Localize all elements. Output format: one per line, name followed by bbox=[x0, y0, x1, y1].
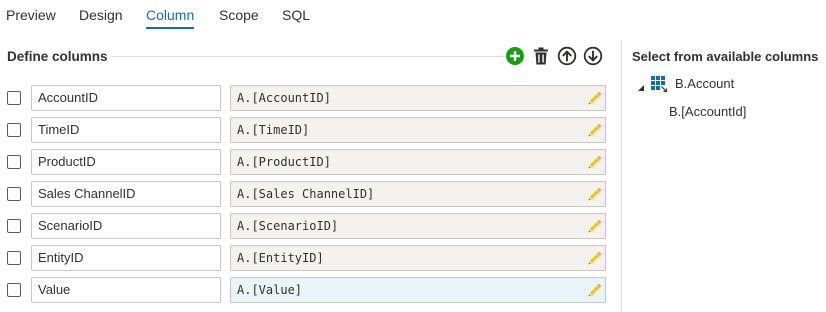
edit-expression-button[interactable] bbox=[586, 217, 604, 235]
pencil-icon bbox=[588, 187, 602, 201]
tab-column[interactable]: Column bbox=[146, 6, 195, 29]
column-row: ProductID A.[ProductID] bbox=[0, 149, 610, 175]
panel-divider bbox=[621, 40, 622, 312]
row-checkbox[interactable] bbox=[7, 187, 21, 201]
tree-node-table[interactable]: B.Account bbox=[675, 76, 734, 92]
header-divider bbox=[112, 56, 510, 57]
column-expression-field[interactable]: A.[Value] bbox=[230, 277, 606, 303]
column-expression-field[interactable]: A.[EntityID] bbox=[230, 245, 606, 271]
tab-preview-label: Preview bbox=[6, 7, 56, 23]
column-expression-field[interactable]: A.[ScenarioID] bbox=[230, 213, 606, 239]
tab-design[interactable]: Design bbox=[79, 6, 123, 24]
add-circle-icon bbox=[506, 47, 524, 65]
arrow-up-circle-icon bbox=[557, 46, 577, 66]
column-row: Sales ChannelID A.[Sales ChannelID] bbox=[0, 181, 610, 207]
row-checkbox[interactable] bbox=[7, 251, 21, 265]
edit-expression-button[interactable] bbox=[586, 89, 604, 107]
pencil-icon bbox=[588, 283, 602, 297]
edit-expression-button[interactable] bbox=[586, 153, 604, 171]
column-row: TimeID A.[TimeID] bbox=[0, 117, 610, 143]
tab-bar: Preview Design Column Scope SQL bbox=[0, 0, 826, 32]
tree-node-column[interactable]: B.[AccountId] bbox=[669, 104, 746, 120]
column-name-field[interactable]: TimeID bbox=[31, 117, 221, 143]
column-expression-field[interactable]: A.[ProductID] bbox=[230, 149, 606, 175]
trash-icon bbox=[534, 47, 548, 65]
pencil-icon bbox=[588, 91, 602, 105]
column-row: AccountID A.[AccountID] bbox=[0, 85, 610, 111]
row-checkbox[interactable] bbox=[7, 283, 21, 297]
pencil-icon bbox=[588, 251, 602, 265]
tab-column-label: Column bbox=[146, 7, 195, 23]
column-name-field[interactable]: ProductID bbox=[31, 149, 221, 175]
delete-column-button[interactable] bbox=[531, 46, 551, 66]
available-columns-title: Select from available columns bbox=[632, 49, 819, 64]
table-icon bbox=[651, 76, 668, 93]
column-row: Value A.[Value] bbox=[0, 277, 610, 303]
edit-expression-button[interactable] bbox=[586, 281, 604, 299]
add-column-button[interactable] bbox=[505, 46, 525, 66]
edit-expression-button[interactable] bbox=[586, 185, 604, 203]
column-name-field[interactable]: ScenarioID bbox=[31, 213, 221, 239]
edit-expression-button[interactable] bbox=[586, 121, 604, 139]
tab-scope[interactable]: Scope bbox=[219, 6, 259, 24]
column-expression-field[interactable]: A.[AccountID] bbox=[230, 85, 606, 111]
collapse-triangle-icon bbox=[638, 85, 644, 91]
column-row: ScenarioID A.[ScenarioID] bbox=[0, 213, 610, 239]
pencil-icon bbox=[588, 155, 602, 169]
column-name-field[interactable]: AccountID bbox=[31, 85, 221, 111]
pencil-icon bbox=[588, 123, 602, 137]
column-expression-field[interactable]: A.[Sales ChannelID] bbox=[230, 181, 606, 207]
active-tab-indicator bbox=[146, 27, 195, 29]
tab-sql[interactable]: SQL bbox=[282, 6, 310, 24]
row-checkbox[interactable] bbox=[7, 219, 21, 233]
arrow-down-circle-icon bbox=[583, 46, 603, 66]
column-expression-field[interactable]: A.[TimeID] bbox=[230, 117, 606, 143]
move-down-button[interactable] bbox=[583, 46, 603, 66]
column-row: EntityID A.[EntityID] bbox=[0, 245, 610, 271]
tab-sql-label: SQL bbox=[282, 7, 311, 23]
tab-preview[interactable]: Preview bbox=[6, 6, 56, 24]
row-checkbox[interactable] bbox=[7, 155, 21, 169]
tab-design-label: Design bbox=[79, 7, 123, 23]
pencil-icon bbox=[588, 219, 602, 233]
column-name-field[interactable]: Sales ChannelID bbox=[31, 181, 221, 207]
move-up-button[interactable] bbox=[557, 46, 577, 66]
edit-expression-button[interactable] bbox=[586, 249, 604, 267]
define-columns-title: Define columns bbox=[7, 49, 108, 64]
column-name-field[interactable]: EntityID bbox=[31, 245, 221, 271]
tab-scope-label: Scope bbox=[219, 7, 259, 23]
tree-expand-toggle[interactable] bbox=[637, 79, 645, 91]
column-name-field[interactable]: Value bbox=[31, 277, 221, 303]
row-checkbox[interactable] bbox=[7, 123, 21, 137]
row-checkbox[interactable] bbox=[7, 91, 21, 105]
